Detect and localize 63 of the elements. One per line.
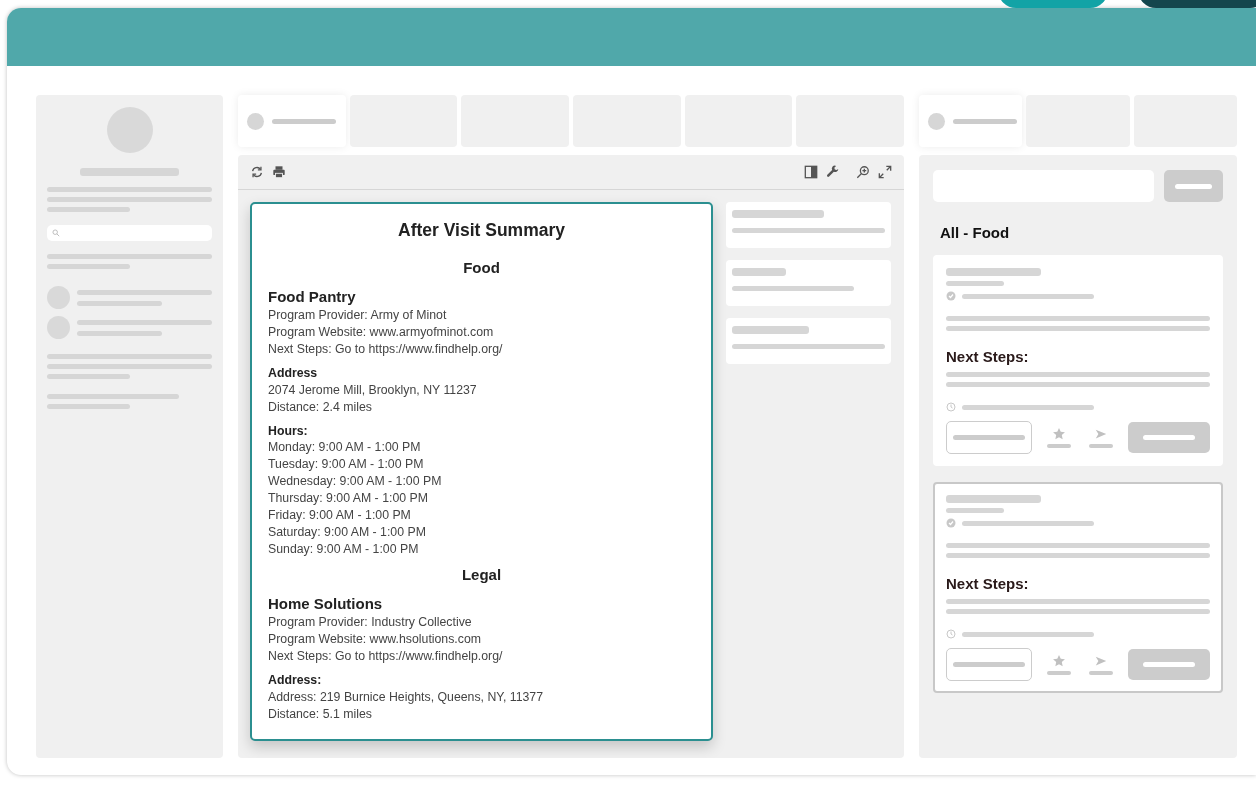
check-circle-icon	[946, 518, 956, 528]
send-icon[interactable]	[1094, 427, 1108, 441]
address-line: Distance: 2.4 miles	[268, 398, 373, 416]
program-detail: Program Provider: Industry Collective	[268, 614, 473, 632]
hours-line: Tuesday: 9:00 AM - 1:00 PM	[268, 456, 425, 474]
hours-line: Wednesday: 9:00 AM - 1:00 PM	[268, 473, 443, 491]
hours-line: Thursday: 9:00 AM - 1:00 PM	[268, 490, 429, 508]
results-heading: All - Food	[940, 224, 1011, 241]
address-label: Address:	[268, 672, 323, 690]
placeholder-bar	[1047, 671, 1071, 675]
placeholder-bar	[946, 508, 1005, 513]
zoom-in-icon[interactable]	[856, 165, 870, 179]
primary-button[interactable]	[1128, 422, 1210, 453]
program-name: Food Pantry	[268, 288, 357, 305]
expand-icon[interactable]	[878, 165, 892, 179]
hours-line: Sunday: 9:00 AM - 1:00 PM	[268, 541, 420, 559]
address-line: Distance: 5.1 miles	[268, 706, 373, 724]
search-field[interactable]	[47, 225, 212, 241]
wrench-icon[interactable]	[826, 165, 840, 179]
page-thumbnail[interactable]	[726, 318, 891, 364]
search-button[interactable]	[1164, 170, 1223, 202]
outline-button[interactable]	[946, 421, 1032, 454]
tab[interactable]	[919, 95, 1023, 147]
section-heading: Food	[462, 259, 501, 276]
program-detail: Next Steps: Go to https://www.findhelp.org/	[268, 341, 504, 358]
result-card[interactable]: Next Steps:	[933, 482, 1223, 693]
placeholder-bar	[1047, 444, 1071, 448]
send-icon[interactable]	[1094, 654, 1108, 668]
clock-icon	[946, 629, 956, 639]
section-heading: Legal	[460, 566, 503, 584]
result-card[interactable]: Next Steps:	[933, 255, 1223, 466]
placeholder-bar	[1089, 444, 1113, 448]
check-circle-icon	[946, 291, 956, 301]
program-detail: Next Steps: Go to https://www.findhelp.org/	[268, 648, 504, 666]
placeholder-bar	[946, 281, 1005, 286]
placeholder-bar	[1089, 671, 1113, 675]
program-detail: Program Provider: Army of Minot	[268, 307, 448, 324]
side-panel-icon[interactable]	[804, 165, 818, 179]
star-icon[interactable]	[1052, 427, 1066, 441]
primary-button[interactable]	[1128, 649, 1210, 680]
program-detail: Program Website: www.hsolutions.com	[268, 631, 482, 649]
program-name: Home Solutions	[268, 595, 384, 613]
address-label: Address	[268, 365, 319, 382]
next-steps-label: Next Steps:	[946, 575, 1030, 592]
hours-line: Saturday: 9:00 AM - 1:00 PM	[268, 524, 427, 542]
next-steps-label: Next Steps:	[946, 348, 1030, 365]
star-icon[interactable]	[1052, 654, 1066, 668]
outline-button[interactable]	[946, 648, 1032, 681]
refresh-icon[interactable]	[250, 165, 264, 179]
address-line: Address: 219 Burnice Heights, Queens, NY, 11377	[268, 689, 545, 707]
hours-line: Monday: 9:00 AM - 1:00 PM	[268, 439, 422, 457]
hours-line: Friday: 9:00 AM - 1:00 PM	[268, 507, 412, 525]
print-icon[interactable]	[272, 165, 286, 179]
search-icon	[52, 229, 60, 237]
program-detail: Program Website: www.armyofminot.com	[268, 324, 495, 341]
address-line: 2074 Jerome Mill, Brooklyn, NY 11237	[268, 381, 478, 399]
document-title: After Visit Summary	[397, 220, 566, 241]
page-thumbnail[interactable]	[726, 260, 891, 306]
page-thumbnail[interactable]	[726, 202, 891, 248]
hours-label: Hours:	[268, 422, 309, 440]
placeholder-bar	[732, 268, 786, 276]
tab[interactable]	[238, 95, 346, 147]
clock-icon	[946, 402, 956, 412]
